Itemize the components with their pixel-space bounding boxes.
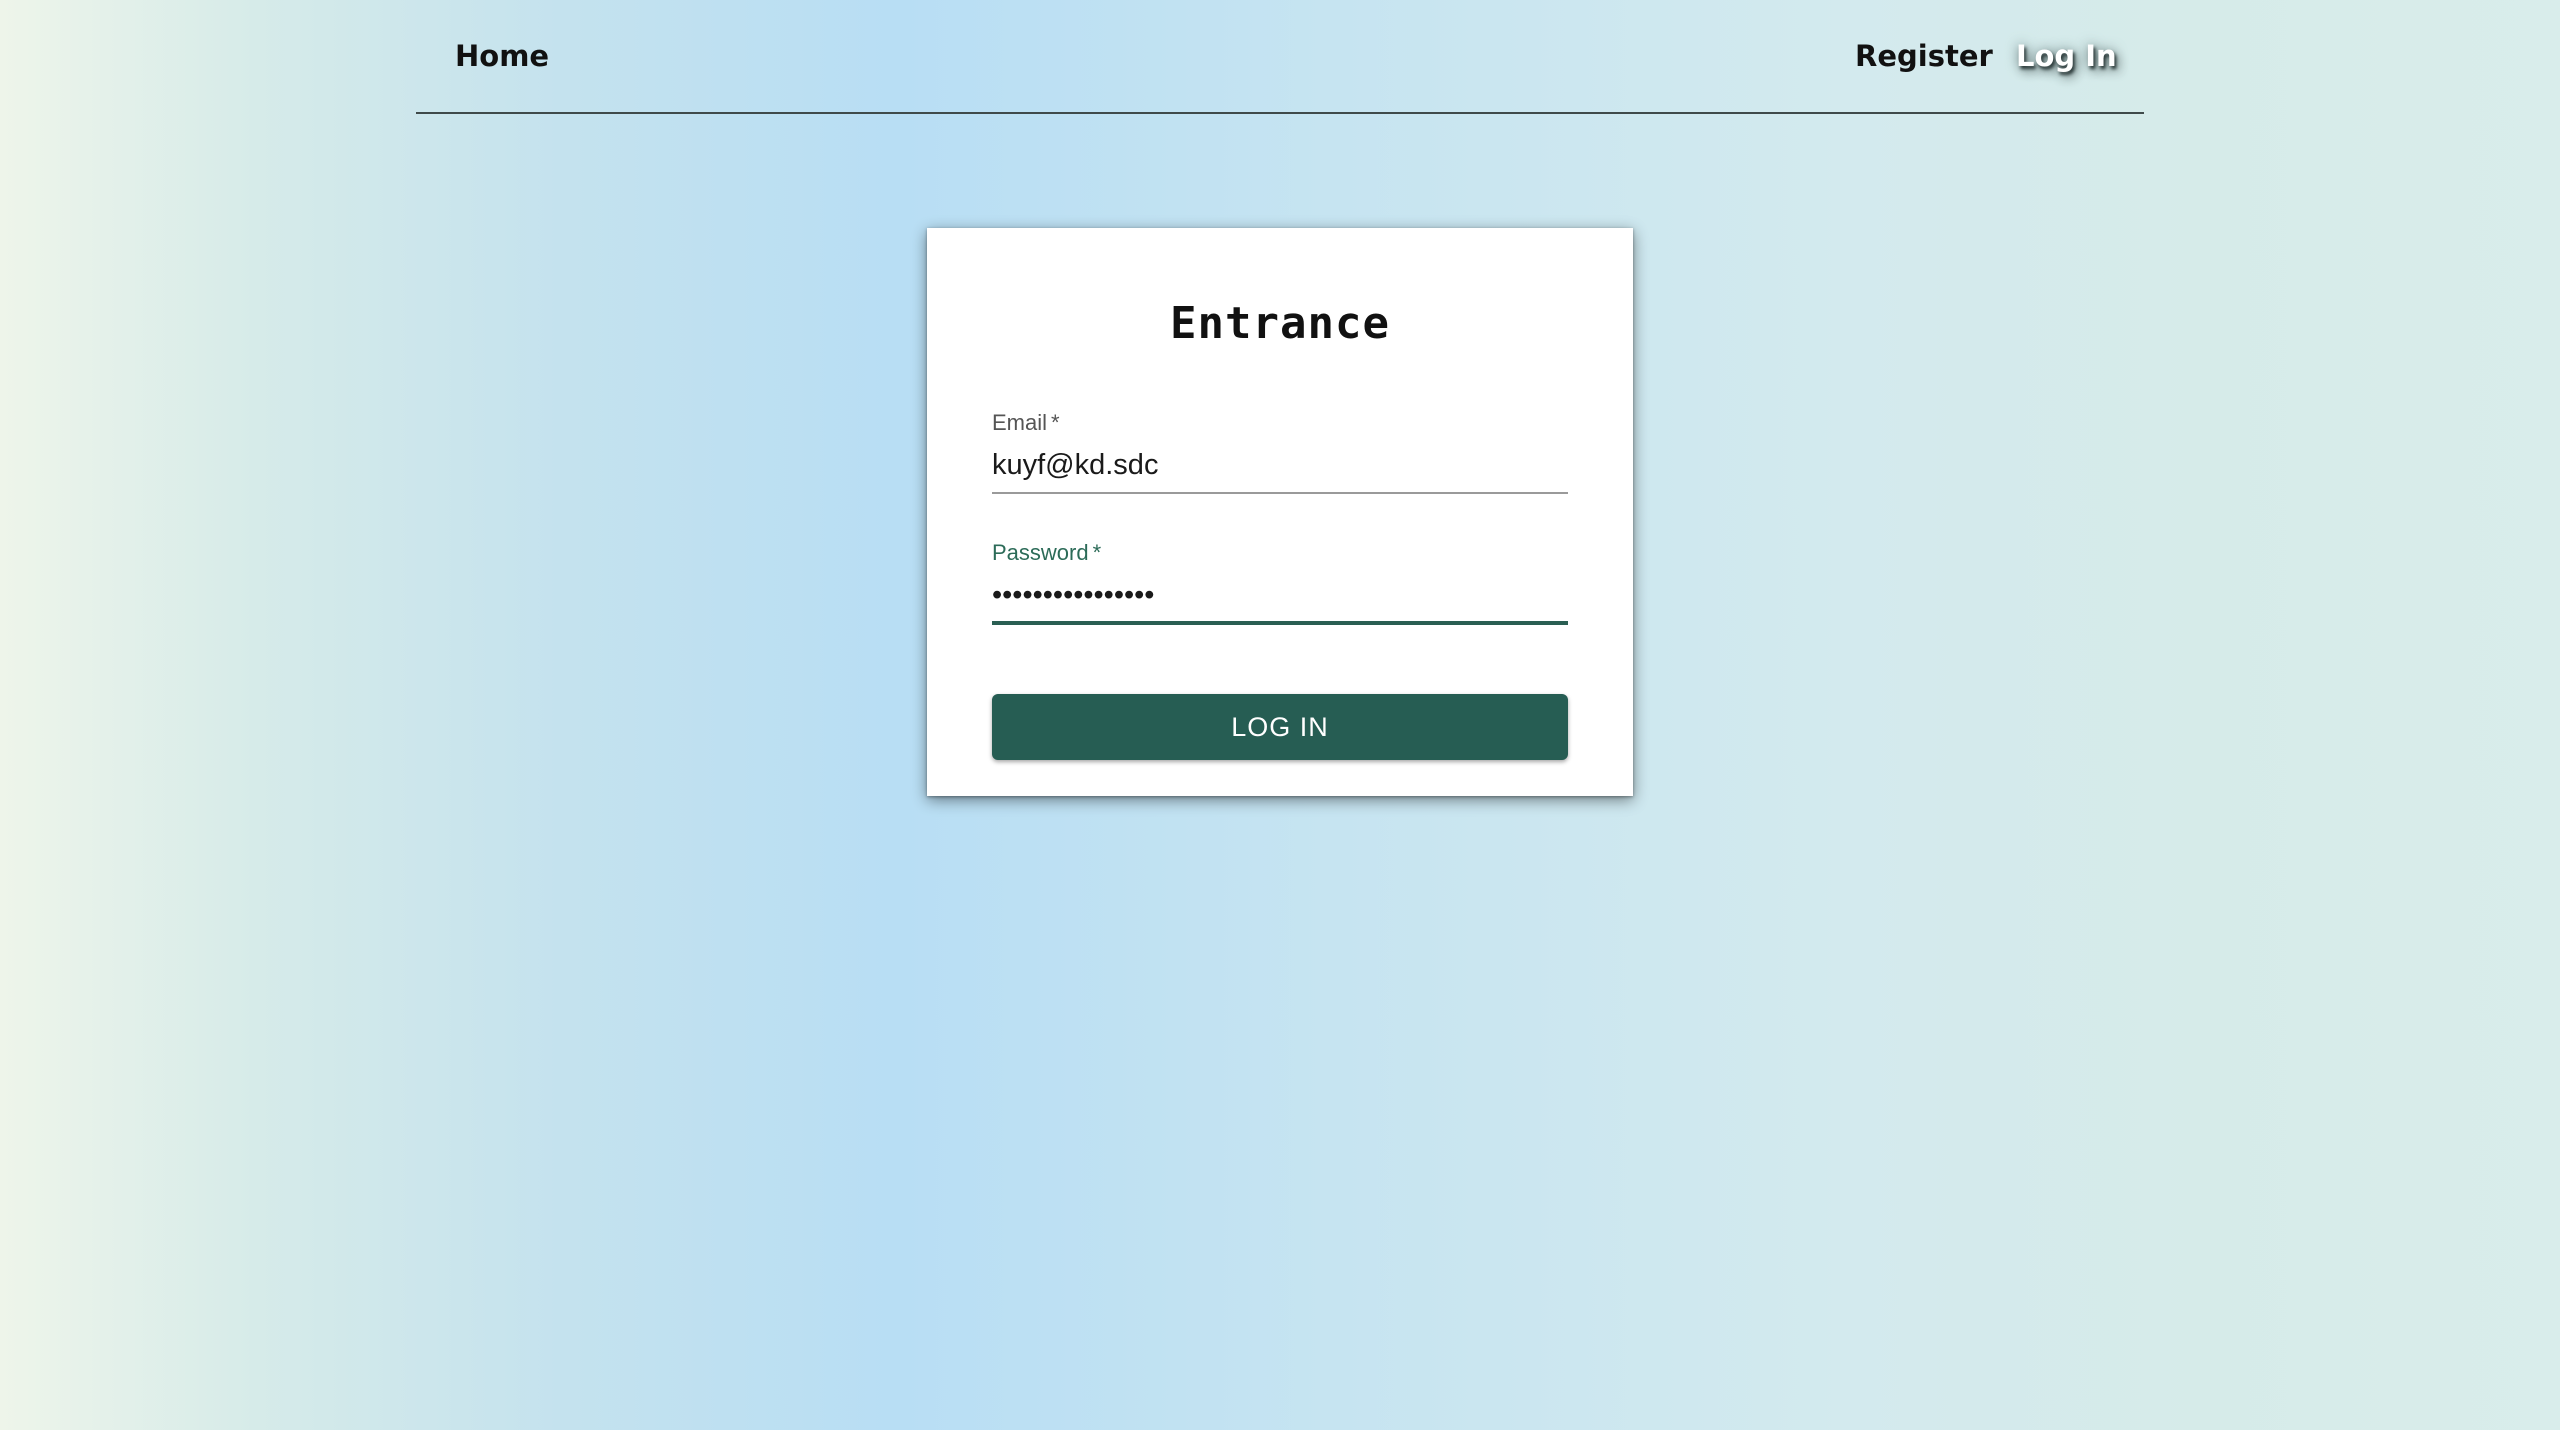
page-title: Entrance [1170, 298, 1390, 349]
email-required-mark: * [1051, 410, 1060, 435]
top-navbar: Home Register Log In [416, 0, 2144, 114]
password-input[interactable] [992, 572, 1568, 618]
login-button[interactable]: LOG IN [992, 694, 1568, 760]
email-underline [992, 492, 1568, 494]
nav-register-link[interactable]: Register [1855, 38, 1993, 74]
password-label-text: Password [992, 540, 1089, 565]
email-input[interactable] [992, 442, 1568, 488]
login-card: Entrance Email* Password* LOG IN [927, 228, 1633, 796]
email-label: Email * [992, 408, 1060, 438]
nav-login-link[interactable]: Log In [2016, 38, 2117, 74]
password-field: Password * [992, 538, 1568, 654]
password-underline [992, 621, 1568, 625]
email-field: Email * [992, 408, 1568, 524]
nav-home-link[interactable]: Home [455, 38, 549, 74]
password-label: Password * [992, 538, 1101, 568]
password-required-mark: * [1092, 540, 1102, 565]
email-label-text: Email [992, 410, 1048, 435]
